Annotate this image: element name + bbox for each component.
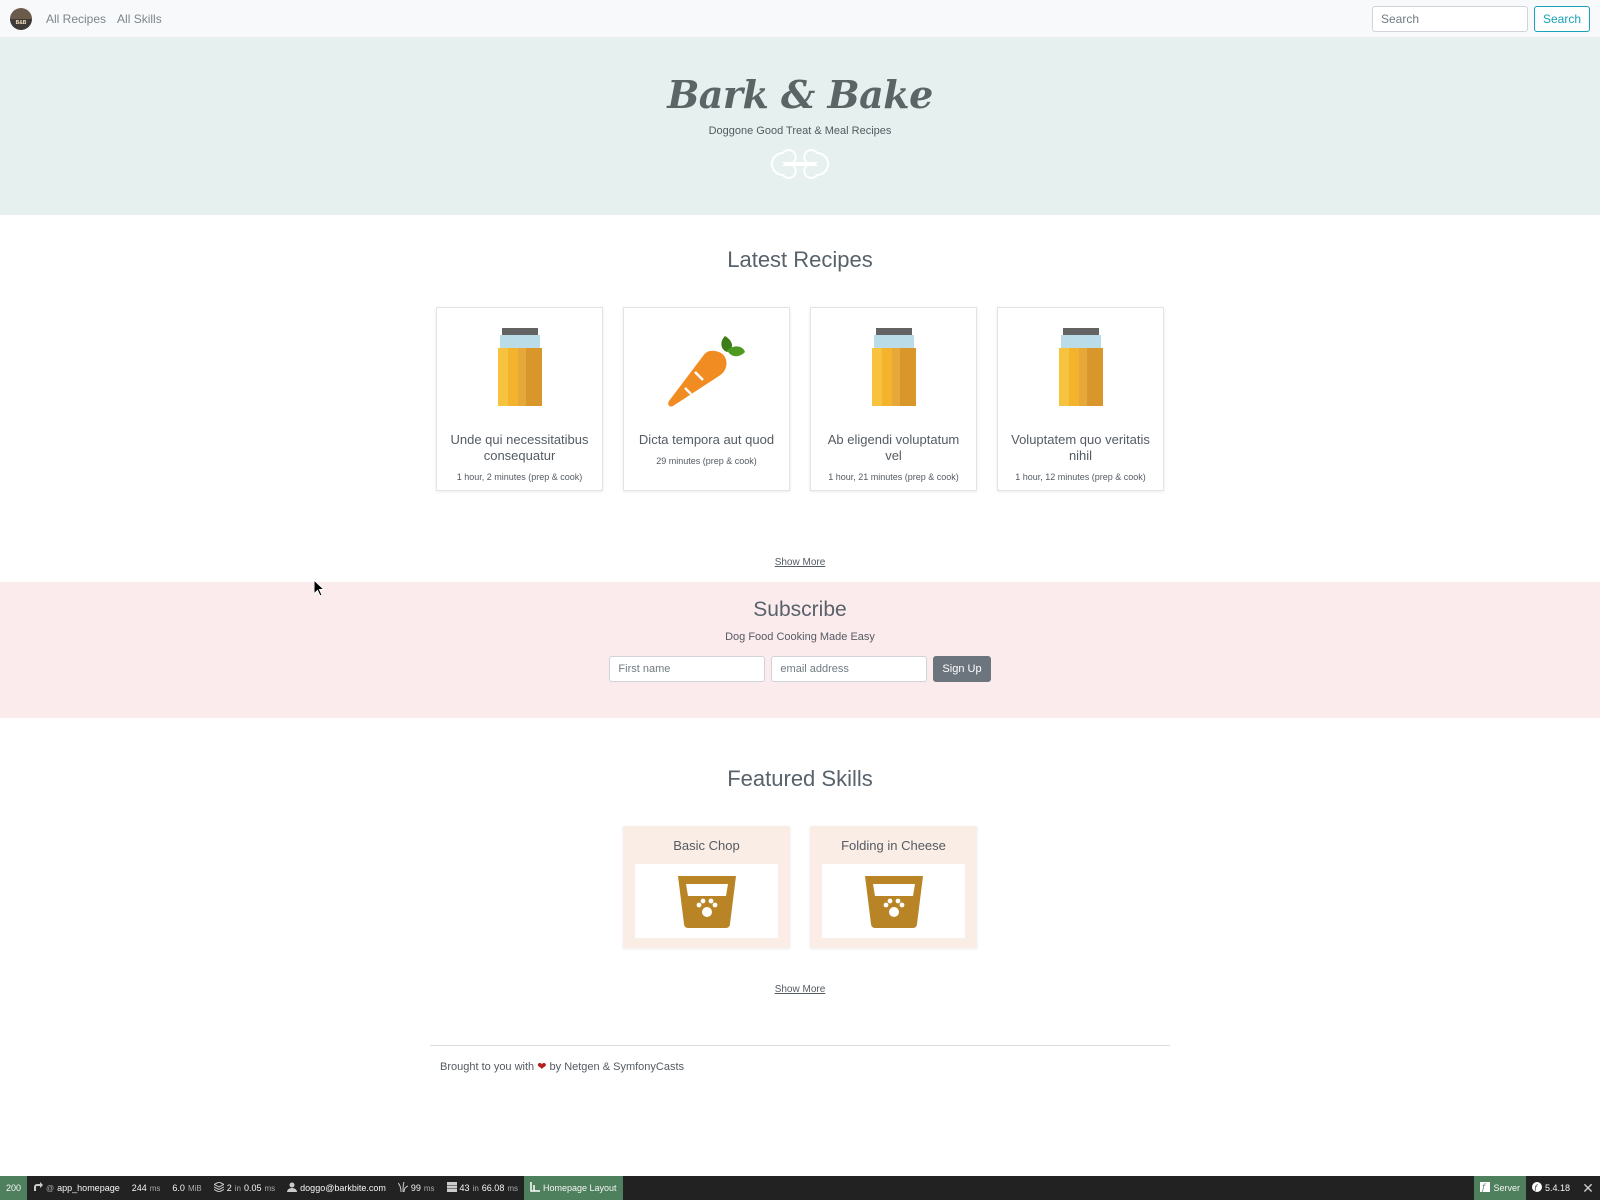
subscribe-section: Subscribe Dog Food Cooking Made Easy Sig… — [0, 582, 1600, 718]
db-time: 66.08 — [481, 1183, 505, 1193]
database-panel[interactable]: 43 in 66.08 ms — [441, 1176, 524, 1200]
memory-panel[interactable]: 6.0 MiB — [166, 1176, 207, 1200]
time-panel[interactable]: 244 ms — [126, 1176, 167, 1200]
top-navbar: B&B All Recipes All Skills Search — [0, 0, 1600, 38]
time-value: 244 — [131, 1183, 147, 1193]
recipe-card[interactable]: Ab eligendi voluptatum vel 1 hour, 21 mi… — [810, 307, 977, 491]
symfony-version: 5.4.18 — [1544, 1183, 1570, 1193]
route-panel[interactable]: @ app_homepage — [27, 1176, 126, 1200]
symfony-logo-icon: f — [1531, 1182, 1542, 1194]
user-panel[interactable]: doggo@barkbite.com — [281, 1176, 392, 1200]
featured-skills-heading: Featured Skills — [727, 766, 873, 791]
status-code-badge[interactable]: 200 — [0, 1176, 28, 1200]
recipe-card[interactable]: Voluptatem quo veritatis nihil 1 hour, 1… — [997, 307, 1164, 491]
latest-recipes-heading: Latest Recipes — [727, 247, 873, 272]
server-label: Server — [1493, 1183, 1520, 1193]
skill-card-list: Basic Chop Folding in Cheese — [0, 826, 1600, 948]
navbar-search-form: Search — [1371, 5, 1590, 32]
memory-value: 6.0 — [172, 1183, 185, 1193]
site-title: Bark & Bake — [667, 72, 933, 117]
recipe-time: 1 hour, 2 minutes (prep & cook) — [456, 472, 583, 482]
cache-panel[interactable]: 2 in 0.05 ms — [208, 1176, 281, 1200]
db-in: in — [472, 1183, 479, 1193]
layout-name: Homepage Layout — [543, 1183, 617, 1193]
jar-icon — [998, 328, 1163, 408]
recipe-card[interactable]: Dicta tempora aut quod 29 minutes (prep … — [623, 307, 790, 491]
db-unit: ms — [507, 1183, 518, 1193]
layout-panel[interactable]: Homepage Layout — [524, 1176, 623, 1200]
sign-up-button[interactable]: Sign Up — [933, 656, 991, 682]
subscribe-heading: Subscribe — [753, 598, 847, 621]
logo-icon[interactable]: B&B — [10, 7, 32, 30]
recipe-time: 29 minutes (prep & cook) — [656, 456, 757, 466]
show-more-skills-link[interactable]: Show More — [0, 984, 1600, 995]
mouse-cursor-icon — [313, 578, 326, 603]
subscribe-form: Sign Up — [0, 656, 1600, 682]
heart-icon: ❤ — [537, 1061, 547, 1073]
cache-in: in — [234, 1183, 241, 1193]
subscribe-tagline: Dog Food Cooking Made Easy — [725, 631, 875, 643]
symfony-server-icon: f — [1480, 1182, 1491, 1194]
show-more-recipes-link[interactable]: Show More — [0, 557, 1600, 568]
skill-title[interactable]: Folding in Cheese — [822, 838, 965, 853]
db-count: 43 — [459, 1183, 470, 1193]
memory-unit: MiB — [187, 1183, 202, 1193]
version-panel[interactable]: f 5.4.18 — [1526, 1176, 1576, 1200]
database-icon — [446, 1182, 457, 1194]
recipe-card[interactable]: Unde qui necessitatibus consequatur 1 ho… — [436, 307, 603, 491]
first-name-input[interactable] — [609, 656, 766, 682]
recipe-title[interactable]: Dicta tempora aut quod — [624, 432, 789, 448]
jar-icon — [437, 328, 602, 408]
search-input[interactable] — [1371, 5, 1528, 32]
featured-skills-section: Featured Skills Basic Chop Folding in Ch… — [0, 718, 1600, 995]
recipe-time: 1 hour, 21 minutes (prep & cook) — [828, 472, 959, 482]
cache-unit: ms — [264, 1183, 276, 1193]
carrot-icon — [624, 328, 789, 408]
recipe-title[interactable]: Ab eligendi voluptatum vel — [811, 432, 976, 464]
skill-title[interactable]: Basic Chop — [635, 838, 778, 853]
recipe-title[interactable]: Voluptatem quo veritatis nihil — [998, 432, 1163, 464]
toolbar-right-group: f Server f 5.4.18 ✕ — [1474, 1176, 1600, 1200]
recipe-title[interactable]: Unde qui necessitatibus consequatur — [437, 432, 602, 464]
site-tagline: Doggone Good Treat & Meal Recipes — [708, 125, 892, 137]
user-icon — [287, 1182, 298, 1194]
jar-icon — [811, 328, 976, 408]
bone-icon — [771, 147, 829, 186]
dog-bowl-icon — [635, 864, 778, 938]
time-unit: ms — [149, 1183, 161, 1193]
hero-banner: Bark & Bake Doggone Good Treat & Meal Re… — [0, 38, 1600, 215]
skill-card[interactable]: Folding in Cheese — [810, 826, 977, 948]
symfony-debug-toolbar: 200 @ app_homepage 244 ms 6.0 MiB 2 in 0… — [0, 1176, 1600, 1200]
recipe-card-list: Unde qui necessitatibus consequatur 1 ho… — [0, 307, 1600, 491]
search-button[interactable]: Search — [1533, 5, 1590, 32]
twig-panel[interactable]: 99 ms — [392, 1176, 441, 1200]
twig-unit: ms — [423, 1183, 435, 1193]
skill-card[interactable]: Basic Chop — [623, 826, 790, 948]
latest-recipes-section: Latest Recipes Unde qui necessitatibus c… — [0, 215, 1600, 568]
layout-icon — [530, 1182, 540, 1194]
user-email: doggo@barkbite.com — [300, 1183, 386, 1193]
twig-icon — [397, 1182, 408, 1194]
cache-count: 2 — [226, 1183, 232, 1193]
footer-credits: by Netgen & SymfonyCasts — [549, 1061, 685, 1073]
close-toolbar-icon[interactable]: ✕ — [1576, 1176, 1600, 1200]
route-arrow-icon — [33, 1182, 44, 1194]
twig-time: 99 — [410, 1183, 421, 1193]
route-name: app_homepage — [57, 1183, 120, 1193]
cache-time: 0.05 — [243, 1183, 262, 1193]
recipe-time: 1 hour, 12 minutes (prep & cook) — [1015, 472, 1146, 482]
nav-link-all-skills[interactable]: All Skills — [117, 12, 162, 26]
footer-prefix: Brought to you with — [440, 1061, 535, 1073]
layers-icon — [213, 1182, 224, 1194]
nav-link-all-recipes[interactable]: All Recipes — [46, 12, 106, 26]
dog-bowl-icon — [822, 864, 965, 938]
page-footer: Brought to you with ❤ by Netgen & Symfon… — [430, 1045, 1170, 1087]
server-panel[interactable]: f Server — [1474, 1176, 1526, 1200]
email-input[interactable] — [771, 656, 928, 682]
route-prefix: @ — [46, 1183, 55, 1193]
